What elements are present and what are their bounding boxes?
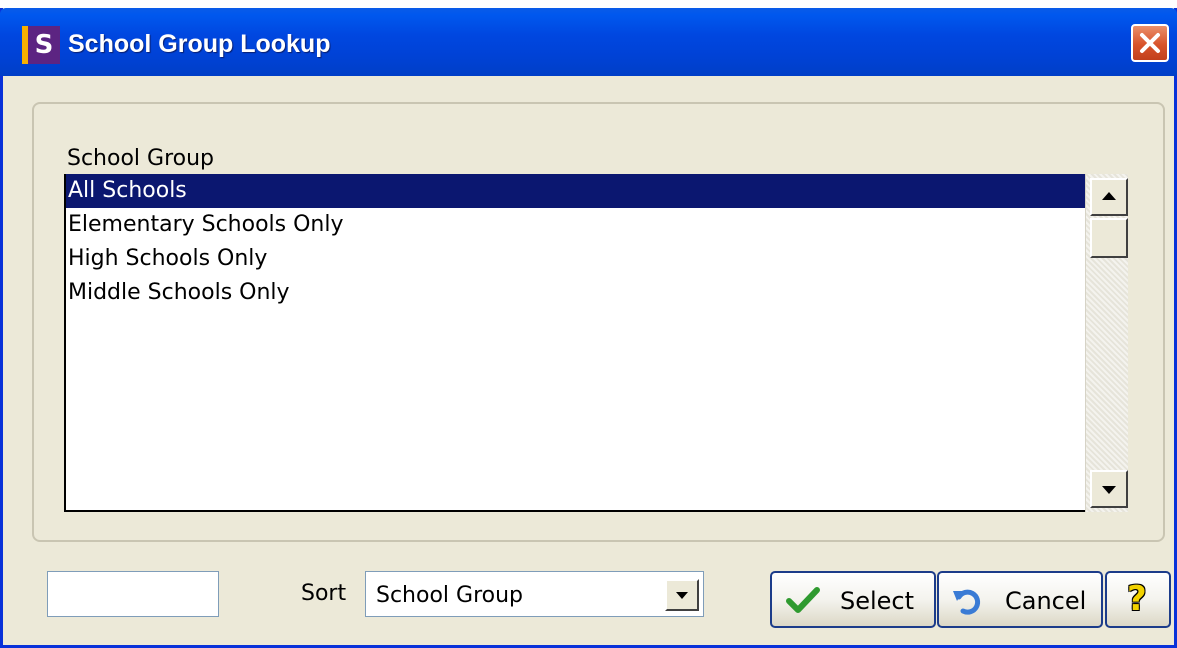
list-scrollbar[interactable]	[1085, 174, 1128, 512]
arrow-up-icon	[1102, 192, 1116, 200]
chevron-down-icon	[676, 592, 688, 599]
sort-label: Sort	[301, 581, 347, 606]
app-s-icon: S	[22, 26, 60, 64]
sort-select[interactable]: School Group	[365, 571, 704, 617]
list-item[interactable]: High Schools Only	[66, 242, 1086, 276]
window-title: School Group Lookup	[68, 30, 331, 58]
scroll-down-button[interactable]	[1090, 470, 1128, 508]
close-icon	[1140, 33, 1160, 53]
sort-dropdown-button[interactable]	[665, 579, 699, 611]
title-bar[interactable]: S School Group Lookup	[0, 8, 1177, 76]
checkmark-icon	[786, 587, 820, 613]
cancel-button[interactable]: Cancel	[937, 571, 1103, 628]
arrow-down-icon	[1102, 486, 1116, 494]
list-item[interactable]: All Schools	[66, 174, 1086, 208]
help-button[interactable]: ?	[1105, 571, 1171, 628]
close-button[interactable]	[1131, 24, 1169, 62]
filter-input[interactable]	[47, 571, 219, 617]
school-group-list[interactable]: All Schools Elementary Schools Only High…	[64, 174, 1128, 512]
scroll-thumb[interactable]	[1090, 218, 1128, 258]
list-item[interactable]: Elementary Schools Only	[66, 208, 1086, 242]
undo-arrow-icon	[953, 589, 981, 615]
select-button[interactable]: Select	[770, 571, 936, 628]
list-item[interactable]: Middle Schools Only	[66, 276, 1086, 310]
sort-selected-value: School Group	[376, 583, 524, 608]
list-column-header: School Group	[67, 146, 215, 171]
select-button-label: Select	[840, 587, 915, 615]
cancel-button-label: Cancel	[1005, 587, 1087, 615]
scroll-up-button[interactable]	[1090, 178, 1128, 216]
question-mark-icon: ?	[1127, 579, 1147, 619]
